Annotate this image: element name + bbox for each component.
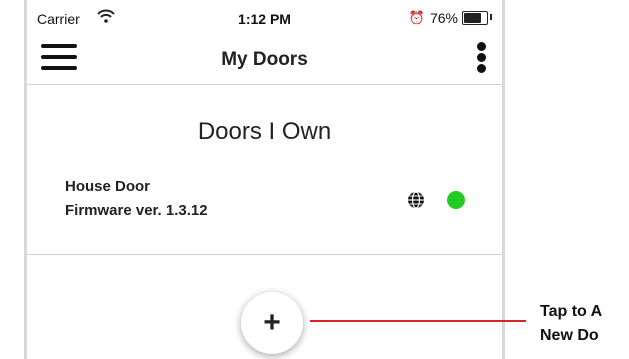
more-options-icon[interactable] [474,42,488,76]
battery-percent: 76% [429,10,458,26]
battery-fill [464,13,481,23]
phone-screen: Carrier 1:12 PM ⏰ 76% My Doors Doors I O… [24,0,505,359]
page-title: My Doors [221,49,308,70]
door-name: House Door [65,178,151,195]
callout-line-2: New Do [540,327,599,344]
door-firmware: Firmware ver. 1.3.12 [65,202,208,219]
battery-nub [490,14,492,20]
door-list-item[interactable]: House Door Firmware ver. 1.3.12 [27,170,502,250]
callout-text: Tap to A New Do [540,300,602,348]
globe-icon[interactable] [407,191,425,209]
divider [27,254,502,255]
status-bar: Carrier 1:12 PM ⏰ 76% [27,0,502,36]
door-status-indicator[interactable] [447,191,465,209]
callout-line-1: Tap to A [540,303,603,320]
add-door-button[interactable]: + [241,292,303,354]
section-title: Doors I Own [197,118,332,145]
battery-icon [462,11,492,25]
nav-bar: My Doors [27,36,502,85]
callout-line [310,320,526,322]
alarm-icon: ⏰ [408,10,425,25]
battery-area: ⏰ 76% [408,10,492,26]
